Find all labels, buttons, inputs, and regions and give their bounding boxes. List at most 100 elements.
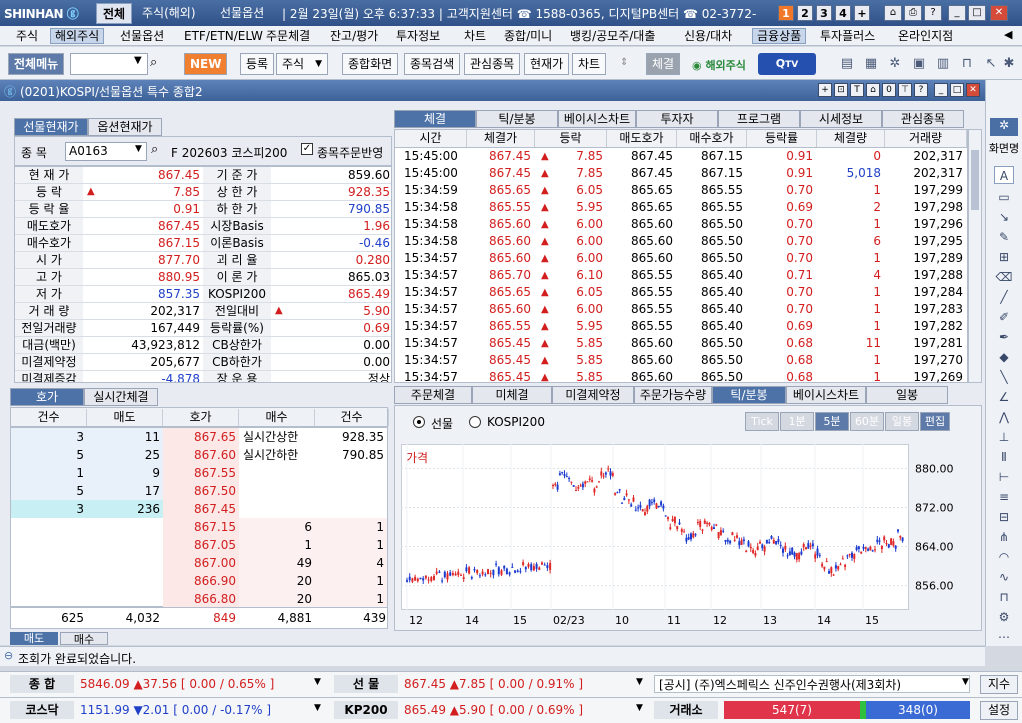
print-icon[interactable]: ⎙: [904, 5, 922, 21]
add-icon[interactable]: +: [818, 83, 832, 97]
bid-price[interactable]: 867.05: [163, 536, 239, 554]
window-close-icon[interactable]: ✕: [966, 83, 980, 97]
all-tool-icon[interactable]: ⊞: [994, 248, 1014, 266]
menu-overseas-stock[interactable]: 해외주식: [50, 28, 105, 44]
screen-2-button[interactable]: 2: [797, 5, 813, 21]
minimize-icon[interactable]: _: [948, 5, 966, 21]
box-tool-icon[interactable]: ▭: [994, 188, 1014, 206]
bid-price[interactable]: 866.90: [163, 572, 239, 590]
period-button[interactable]: Tick: [745, 412, 779, 431]
bid-price[interactable]: 867.00: [163, 554, 239, 572]
menu-futures-options[interactable]: 선물옵션: [116, 28, 168, 44]
bid-price[interactable]: 867.15: [163, 518, 239, 536]
tv-button[interactable]: QTV: [758, 53, 816, 75]
ask-price[interactable]: 867.45: [163, 500, 239, 518]
current-price-button[interactable]: 현재가: [524, 53, 570, 75]
bid-price[interactable]: 866.80: [163, 590, 239, 608]
arc-tool-icon[interactable]: ◠: [994, 548, 1014, 566]
chart-tab[interactable]: 주문체결: [394, 386, 472, 404]
help-icon[interactable]: ?: [924, 5, 942, 21]
kospi200-radio[interactable]: [469, 416, 481, 428]
chart-tab[interactable]: 미결제약정: [552, 386, 634, 404]
menu-expand-icon[interactable]: ◀: [1004, 28, 1012, 41]
menu-order[interactable]: 주문체결: [262, 28, 314, 44]
chart-tab[interactable]: 미체결: [472, 386, 552, 404]
tab-orderbook[interactable]: 호가: [10, 388, 84, 406]
lock-icon[interactable]: ⊓: [958, 55, 976, 73]
chart-tab[interactable]: 베이시스차트: [786, 386, 866, 404]
tab-buy[interactable]: 매수: [60, 632, 108, 646]
pin-icon[interactable]: ⊤: [898, 83, 912, 97]
stock-search-button[interactable]: 종목검색: [404, 53, 461, 75]
menu-online-branch[interactable]: 온라인지점: [894, 28, 957, 44]
chevron-down-icon[interactable]: ▼: [314, 677, 321, 687]
tab-realtime[interactable]: 실시간체결: [84, 388, 158, 406]
more-icon[interactable]: ⇕: [620, 57, 628, 68]
settings-tool-icon[interactable]: ⚙: [994, 608, 1014, 626]
ask-price[interactable]: 867.55: [163, 464, 239, 482]
period-button[interactable]: 편집: [920, 412, 950, 431]
chevron-down-icon[interactable]: ▼: [135, 144, 142, 154]
screen-4-button[interactable]: 4: [835, 5, 851, 21]
menu-invest-plus[interactable]: 투자플러스: [816, 28, 879, 44]
search-icon[interactable]: ⌕: [150, 55, 157, 70]
screen-1-button[interactable]: 1: [778, 5, 794, 21]
tab-futures-price[interactable]: 선물현재가: [14, 118, 88, 136]
chevron-down-icon[interactable]: ▼: [636, 677, 643, 687]
trade-tab[interactable]: 관심종목: [882, 110, 964, 128]
news-ticker[interactable]: [공시] (주)엑스페릭스 신주인수권행사(제3회차): [654, 675, 970, 693]
menu-banking[interactable]: 뱅킹/공모주/대출: [566, 28, 659, 44]
trade-tab[interactable]: 베이시스차트: [558, 110, 636, 128]
tab-futures-options[interactable]: 선물옵션: [214, 3, 270, 24]
register-button[interactable]: 등록: [240, 53, 275, 75]
gear-icon[interactable]: ✲: [990, 118, 1018, 136]
chart-tab[interactable]: 일봉: [866, 386, 948, 404]
eraser-icon[interactable]: ⌫: [994, 268, 1014, 286]
menu-financial-products[interactable]: 금융상품: [752, 28, 807, 44]
index-button[interactable]: 지수: [980, 675, 1018, 694]
text-icon[interactable]: T: [850, 83, 864, 97]
new-button[interactable]: NEW: [184, 53, 228, 75]
brush-tool-icon[interactable]: ✐: [994, 308, 1014, 326]
line-tool-icon[interactable]: ╱: [994, 288, 1014, 306]
gear-icon[interactable]: ✲: [886, 55, 904, 73]
tab-overseas-stock[interactable]: 주식(해외): [136, 3, 202, 24]
overseas-stock-link[interactable]: ◉ 해외주식: [692, 57, 746, 73]
menu-credit[interactable]: 신용/대차: [680, 28, 736, 44]
range-tool-icon[interactable]: ⊢: [994, 468, 1014, 486]
trade-tab[interactable]: 체결: [394, 110, 476, 128]
trade-scrollbar[interactable]: [968, 129, 982, 383]
chart-tab[interactable]: 주문가능수량: [634, 386, 712, 404]
scroll-thumb[interactable]: [971, 150, 979, 210]
stock-select[interactable]: 주식 ▼: [276, 53, 328, 75]
tab-options-price[interactable]: 옵션현재가: [88, 118, 162, 136]
combined-screen-button[interactable]: 종합화면: [342, 53, 399, 75]
lock-window-icon[interactable]: ⌂: [866, 83, 880, 97]
period-button[interactable]: 60분: [850, 412, 884, 431]
tag-tool-icon[interactable]: ◆: [994, 348, 1014, 366]
chevron-down-icon[interactable]: ▼: [314, 703, 321, 713]
trend-line-icon[interactable]: ╲: [994, 368, 1014, 386]
period-button[interactable]: 5분: [815, 412, 849, 431]
printer-icon[interactable]: ▤: [838, 55, 856, 73]
watchlist-button[interactable]: 관심종목: [464, 53, 521, 75]
fan-tool-icon[interactable]: ⋔: [994, 528, 1014, 546]
zero-icon[interactable]: 0: [882, 83, 896, 97]
search-icon[interactable]: ⌕: [151, 142, 158, 157]
lightbulb-icon[interactable]: ✱: [1000, 55, 1018, 73]
chevron-down-icon[interactable]: ▼: [962, 677, 969, 687]
zigzag-tool-icon[interactable]: ⋀: [994, 408, 1014, 426]
chart-button[interactable]: 차트: [572, 53, 607, 75]
angle-tool-icon[interactable]: ∠: [994, 388, 1014, 406]
chart-tab[interactable]: 틱/분봉: [712, 386, 786, 404]
window-help-icon[interactable]: ?: [914, 83, 928, 97]
futures-radio[interactable]: [413, 416, 425, 428]
link-icon[interactable]: ⊡: [834, 83, 848, 97]
cycle-tool-icon[interactable]: ∿: [994, 568, 1014, 586]
menu-mini[interactable]: 종합/미니: [500, 28, 556, 44]
period-button[interactable]: 일봉: [885, 412, 919, 431]
order-reflect-checkbox[interactable]: ✓: [301, 143, 313, 155]
chevron-down-icon[interactable]: ▼: [636, 703, 643, 713]
ask-price[interactable]: 867.65: [163, 428, 239, 446]
ask-price[interactable]: 867.60: [163, 446, 239, 464]
